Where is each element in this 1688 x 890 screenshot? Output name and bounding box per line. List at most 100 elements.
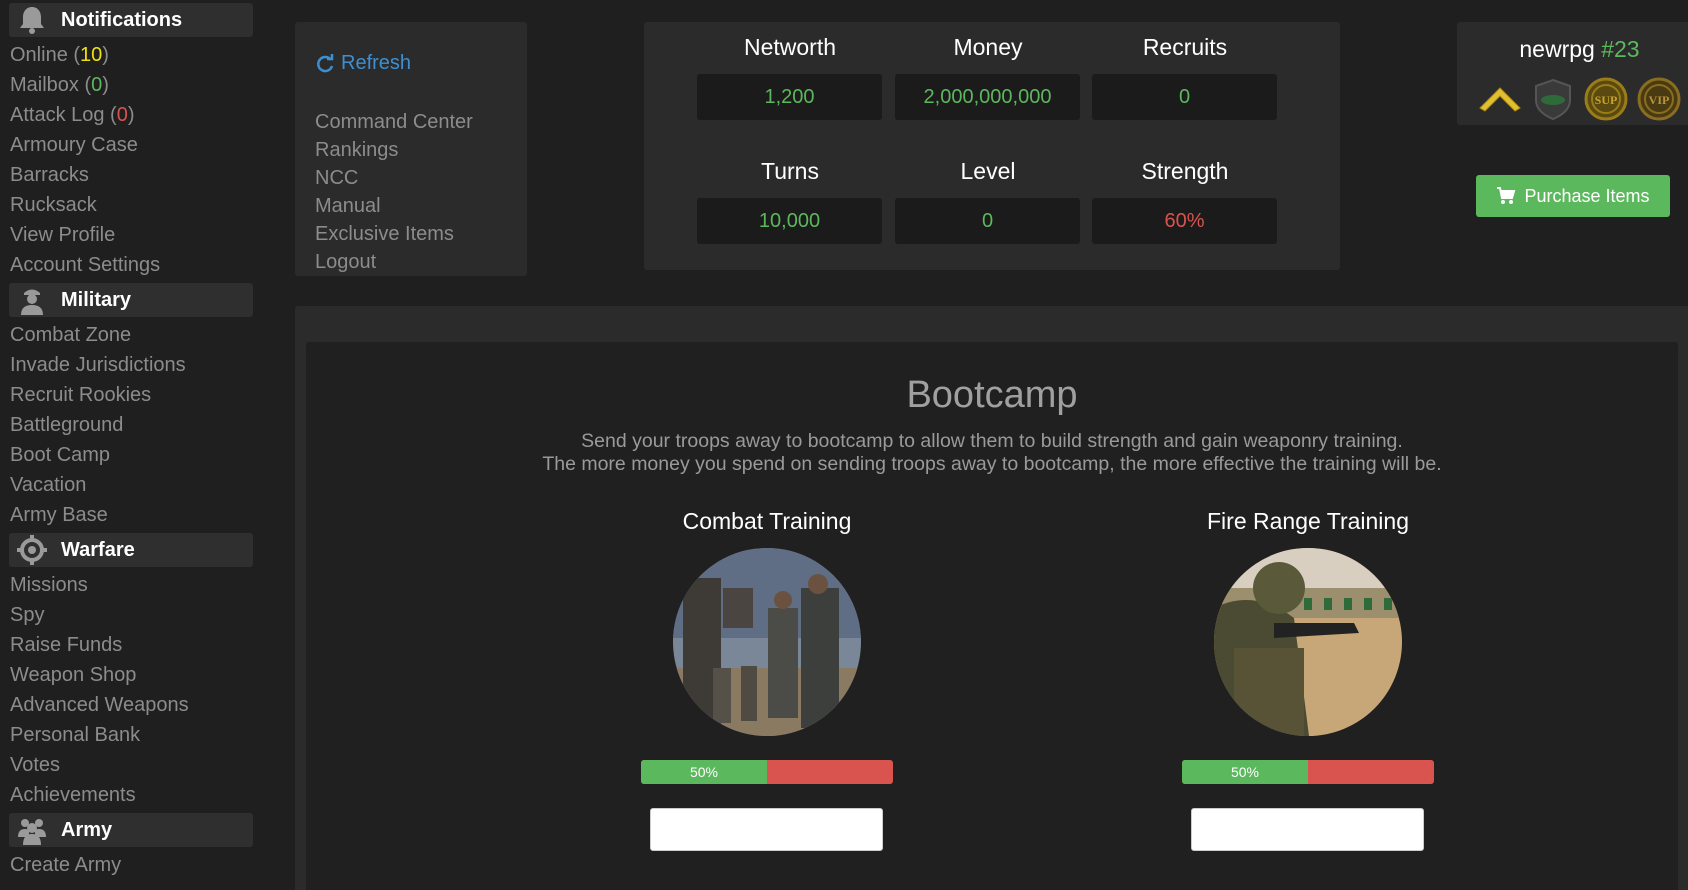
fire-range-training-section: Fire Range Training 50% <box>1098 508 1518 851</box>
sidebar-item-spy[interactable]: Spy <box>0 600 262 630</box>
combat-training-progress: 50% <box>641 760 893 784</box>
sidebar-item-weapon-shop[interactable]: Weapon Shop <box>0 660 262 690</box>
link-exclusive-items[interactable]: Exclusive Items <box>315 220 473 248</box>
mailbox-count: 0 <box>91 74 103 96</box>
link-logout[interactable]: Logout <box>315 248 473 276</box>
link-manual[interactable]: Manual <box>315 192 473 220</box>
sidebar-item-invade-jurisdictions[interactable]: Invade Jurisdictions <box>0 350 262 380</box>
sidebar-item-attack-log[interactable]: Attack Log (0) <box>0 100 262 130</box>
fire-range-progress-fill: 50% <box>1182 760 1308 784</box>
nav-suffix: ) <box>102 74 109 96</box>
turns-value: 10,000 <box>697 198 882 244</box>
nav-label: Online ( <box>10 44 81 66</box>
sidebar-item-personal-bank[interactable]: Personal Bank <box>0 720 262 750</box>
purchase-items-label: Purchase Items <box>1524 185 1650 206</box>
fire-range-training-title: Fire Range Training <box>1207 508 1409 534</box>
vip-badge-icon: VIP <box>1636 76 1682 122</box>
level-label: Level <box>960 158 1016 184</box>
strength-label: Strength <box>1141 158 1229 184</box>
badge-list: SUP VIP <box>1477 76 1682 122</box>
description-line-2: The more money you spend on sending troo… <box>542 453 1442 475</box>
link-rankings[interactable]: Rankings <box>315 136 473 164</box>
nav-label: Mailbox ( <box>10 74 92 96</box>
chevron-rank-icon <box>1477 76 1523 122</box>
user-rank: #23 <box>1601 36 1640 62</box>
police-badge-icon <box>1530 76 1576 122</box>
section-title: Army <box>61 818 113 841</box>
strength-value: 60% <box>1092 198 1277 244</box>
quick-menu-panel: Refresh Command Center Rankings NCC Manu… <box>295 22 527 276</box>
description-line-1: Send your troops away to bootcamp to all… <box>581 430 1403 452</box>
sidebar-item-votes[interactable]: Votes <box>0 750 262 780</box>
sidebar-item-barracks[interactable]: Barracks <box>0 160 262 190</box>
sidebar-item-advanced-weapons[interactable]: Advanced Weapons <box>0 690 262 720</box>
purchase-items-button[interactable]: Purchase Items <box>1476 175 1670 217</box>
money-value: 2,000,000,000 <box>895 74 1080 120</box>
fire-range-training-input[interactable] <box>1191 808 1424 851</box>
sidebar-item-rucksack[interactable]: Rucksack <box>0 190 262 220</box>
sidebar-item-mailbox[interactable]: Mailbox (0) <box>0 70 262 100</box>
bell-icon <box>13 4 51 36</box>
quick-links: Command Center Rankings NCC Manual Exclu… <box>315 108 473 276</box>
fire-range-training-progress: 50% <box>1182 760 1434 784</box>
networth-label: Networth <box>743 34 837 60</box>
sidebar-item-battleground[interactable]: Battleground <box>0 410 262 440</box>
combat-training-section: Combat Training 50% <box>557 508 977 851</box>
sidebar-item-achievements[interactable]: Achievements <box>0 780 262 810</box>
recruits-value: 0 <box>1092 74 1277 120</box>
refresh-icon <box>317 53 334 72</box>
sidebar-item-army-base[interactable]: Army Base <box>0 500 262 530</box>
sidebar-item-vacation[interactable]: Vacation <box>0 470 262 500</box>
nav-suffix: ) <box>102 44 109 66</box>
sidebar-item-create-army[interactable]: Create Army <box>0 850 262 880</box>
sidebar-item-missions[interactable]: Missions <box>0 570 262 600</box>
username-text: newrpg <box>1519 36 1595 62</box>
section-title: Military <box>61 288 132 311</box>
nav-label: Attack Log ( <box>10 104 117 126</box>
bootcamp-panel: Bootcamp Send your troops away to bootca… <box>306 342 1678 890</box>
combat-training-input[interactable] <box>650 808 883 851</box>
link-command-center[interactable]: Command Center <box>315 108 473 136</box>
group-icon <box>13 814 51 846</box>
sidebar-item-raise-funds[interactable]: Raise Funds <box>0 630 262 660</box>
networth-value: 1,200 <box>697 74 882 120</box>
money-label: Money <box>953 34 1023 60</box>
sidebar-item-combat-zone[interactable]: Combat Zone <box>0 320 262 350</box>
fire-range-training-image <box>1214 548 1402 736</box>
nav-suffix: ) <box>127 104 135 126</box>
section-title: Notifications <box>61 8 183 31</box>
crosshair-icon <box>13 534 51 566</box>
page-title: Bootcamp <box>906 374 1078 416</box>
app-root: Notifications Online (10) Mailbox (0) At… <box>0 0 1688 890</box>
vip-badge-text: VIP <box>1649 93 1670 107</box>
bootcamp-description: Send your troops away to bootcamp to all… <box>306 430 1678 476</box>
section-header-warfare[interactable]: Warfare <box>9 533 253 567</box>
online-count: 10 <box>80 44 103 66</box>
user-panel: newrpg #23 SUP VIP <box>1457 22 1688 125</box>
sidebar-item-armoury-case[interactable]: Armoury Case <box>0 130 262 160</box>
refresh-label: Refresh <box>341 52 412 74</box>
section-title: Warfare <box>61 538 135 561</box>
username[interactable]: newrpg #23 <box>1457 36 1688 63</box>
section-header-army[interactable]: Army <box>9 813 253 847</box>
recruits-label: Recruits <box>1142 34 1228 60</box>
refresh-button[interactable]: Refresh <box>315 52 411 75</box>
sidebar-item-recruit-rookies[interactable]: Recruit Rookies <box>0 380 262 410</box>
sidebar: Notifications Online (10) Mailbox (0) At… <box>0 0 262 890</box>
level-value: 0 <box>895 198 1080 244</box>
link-ncc[interactable]: NCC <box>315 164 473 192</box>
sidebar-item-view-profile[interactable]: View Profile <box>0 220 262 250</box>
combat-progress-fill: 50% <box>641 760 767 784</box>
soldier-icon <box>13 284 51 316</box>
sidebar-item-boot-camp[interactable]: Boot Camp <box>0 440 262 470</box>
turns-label: Turns <box>761 158 819 184</box>
attack-log-count: 0 <box>116 104 128 126</box>
stats-panel: Networth Money Recruits 1,200 2,000,000,… <box>644 22 1340 270</box>
combat-training-image <box>673 548 861 736</box>
sidebar-item-online[interactable]: Online (10) <box>0 40 262 70</box>
sidebar-item-account-settings[interactable]: Account Settings <box>0 250 262 280</box>
sup-badge-icon: SUP <box>1583 76 1629 122</box>
section-header-notifications[interactable]: Notifications <box>9 3 253 37</box>
sup-badge-text: SUP <box>1595 93 1618 107</box>
section-header-military[interactable]: Military <box>9 283 253 317</box>
